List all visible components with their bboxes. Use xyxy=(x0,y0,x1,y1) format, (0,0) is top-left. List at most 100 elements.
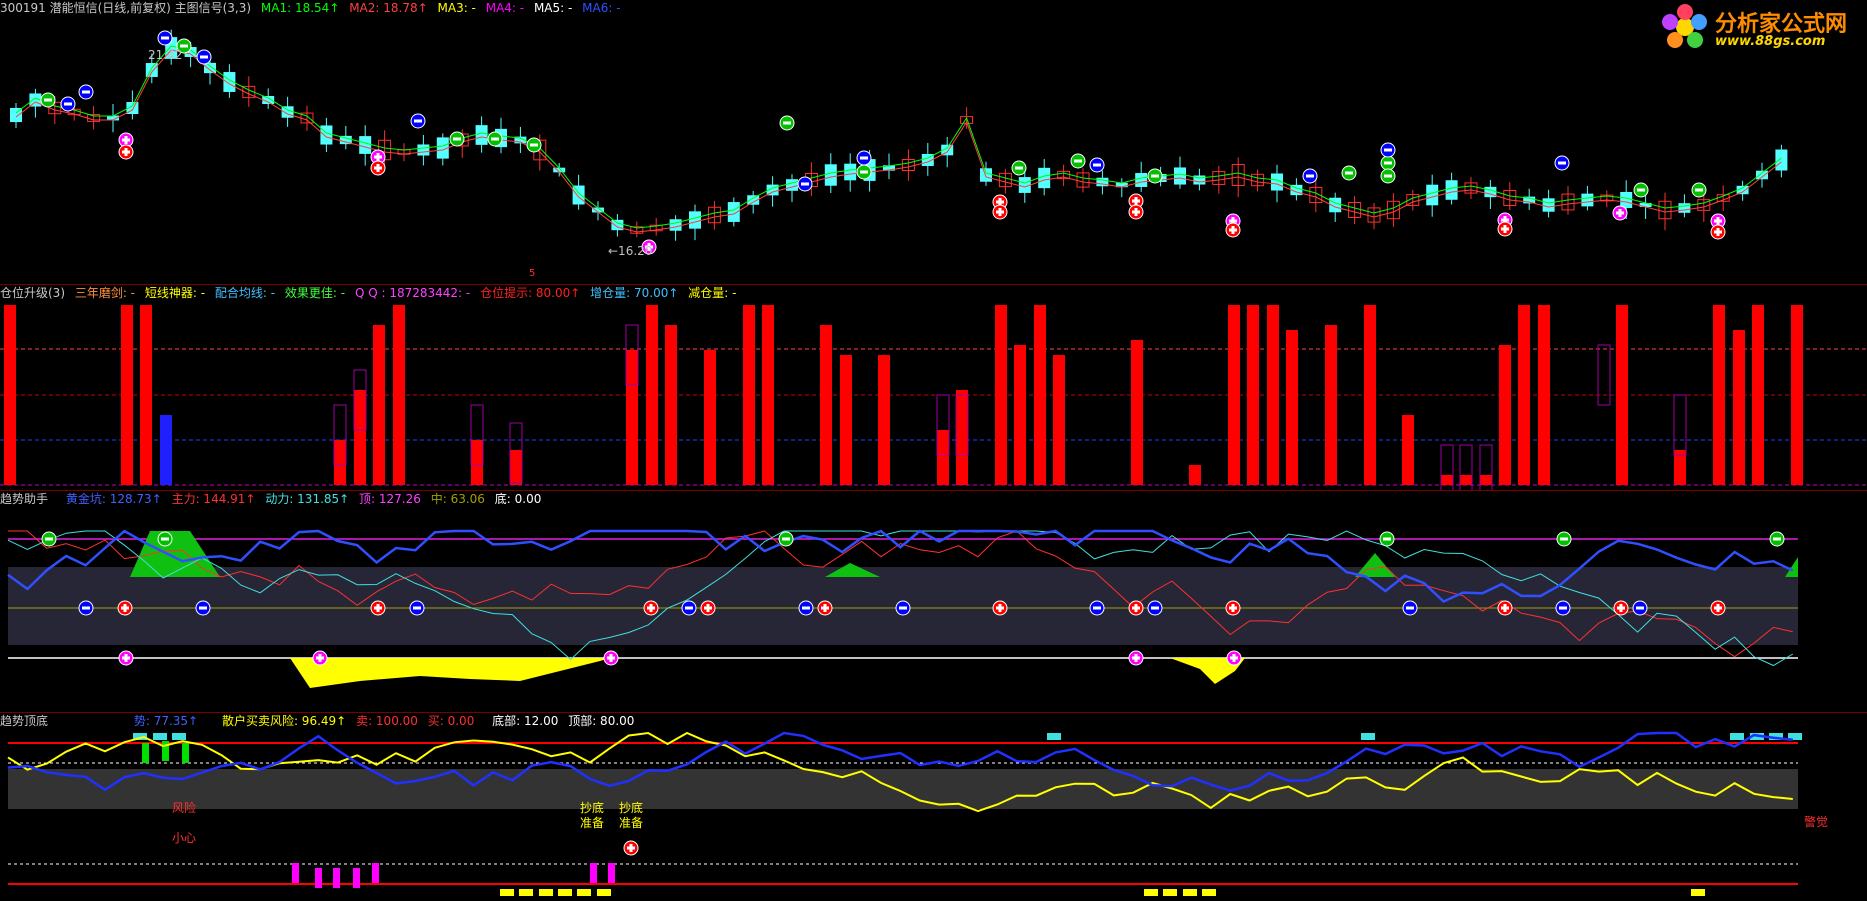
position-bar xyxy=(1014,345,1026,485)
badge-stroke xyxy=(1015,166,1023,170)
badge-stroke xyxy=(783,121,791,125)
badge-stroke xyxy=(801,182,809,186)
position-bar xyxy=(140,305,152,485)
candle-down xyxy=(1445,180,1458,200)
badge-stroke xyxy=(1559,606,1567,610)
candle-down xyxy=(359,136,372,154)
candle-down xyxy=(727,202,740,222)
badge-stroke xyxy=(1151,174,1159,178)
bottom-yellow-marker xyxy=(1202,889,1216,896)
ma4-label: MA4: - xyxy=(485,1,525,15)
trend-top-bottom-panel[interactable]: 趋势顶底 势: 77.35↑ 散户买卖风险: 96.49↑ 卖: 100.00 … xyxy=(0,713,1867,901)
candle-down xyxy=(1678,203,1691,213)
badge-stroke xyxy=(1695,188,1703,192)
badge-stroke xyxy=(1503,604,1507,612)
badge-stroke xyxy=(1560,537,1568,541)
magenta-bar xyxy=(292,863,299,883)
p2-item-5: 仓位提示: 80.00↑ xyxy=(480,286,581,300)
p3-item-0: 黄金坑: 128.73↑ xyxy=(65,492,162,506)
magenta-bar xyxy=(608,863,615,883)
position-bar xyxy=(1752,305,1764,485)
chart-title: 300191 潜能恒信(日线,前复权) 主图信号(3,3) xyxy=(0,1,252,15)
bottom-yellow-marker xyxy=(597,889,611,896)
badge-stroke xyxy=(1384,161,1392,165)
ma2-label: MA2: 18.78↑ xyxy=(349,1,428,15)
badge-stroke xyxy=(1636,606,1644,610)
position-bar xyxy=(1733,330,1745,485)
bottom-yellow-marker xyxy=(1144,889,1158,896)
main-chart-panel[interactable]: 300191 潜能恒信(日线,前复权) 主图信号(3,3) MA1: 18.54… xyxy=(0,0,1867,284)
position-bar xyxy=(820,325,832,485)
ready-text-1: 准备 xyxy=(580,816,605,830)
position-bar xyxy=(1538,305,1550,485)
badge-stroke xyxy=(998,604,1002,612)
position-bar xyxy=(1325,325,1337,485)
badge-stroke xyxy=(124,148,128,156)
p2-item-2: 配合均线: - xyxy=(214,286,276,300)
badge-stroke xyxy=(1306,174,1314,178)
ma2-line xyxy=(15,49,1782,233)
p2-item-3: 效果更佳: - xyxy=(284,286,346,300)
position-bar xyxy=(1131,340,1143,485)
trend-top-bottom-title: 趋势顶底 xyxy=(0,714,49,728)
badge-stroke xyxy=(1151,606,1159,610)
badge-stroke xyxy=(376,604,380,612)
position-bar xyxy=(704,350,716,485)
position-bar xyxy=(665,325,677,485)
position-bar xyxy=(334,440,346,485)
position-bar-chart[interactable] xyxy=(0,285,1867,490)
badge-stroke xyxy=(1134,654,1138,662)
position-bar xyxy=(646,305,658,485)
position-bar xyxy=(510,450,522,485)
p4-item-3: 买: 0.00 xyxy=(427,714,475,728)
p4-item-0: 势: 77.35↑ xyxy=(133,714,199,728)
badge-stroke xyxy=(161,537,169,541)
ma6-label: MA6: - xyxy=(582,1,621,15)
trend-helper-panel[interactable]: 趋势助手 黄金坑: 128.73↑ 主力: 144.91↑ 动力: 131.85… xyxy=(0,491,1867,712)
position-bar xyxy=(626,350,638,485)
badge-stroke xyxy=(1503,225,1507,233)
badge-stroke xyxy=(1716,604,1720,612)
candle-down xyxy=(611,219,624,231)
badge-stroke xyxy=(1231,604,1235,612)
badge-stroke xyxy=(1716,228,1720,236)
badge-stroke xyxy=(376,164,380,172)
candle-down xyxy=(1775,149,1788,171)
badge-stroke xyxy=(1406,606,1414,610)
position-bar xyxy=(1616,305,1628,485)
position-bar xyxy=(471,440,483,485)
badge-stroke xyxy=(629,844,633,852)
position-bar xyxy=(1713,305,1725,485)
candle-down xyxy=(1756,170,1768,180)
bottom-yellow-marker xyxy=(1183,889,1197,896)
candle-down xyxy=(1426,184,1439,206)
badge-stroke xyxy=(453,137,461,141)
trend-helper-chart[interactable] xyxy=(0,491,1867,712)
badge-stroke xyxy=(1637,188,1645,192)
badge-stroke xyxy=(530,143,538,147)
badge-stroke xyxy=(802,606,810,610)
candle-down xyxy=(1542,198,1555,212)
badge-stroke xyxy=(124,654,128,662)
position-title: 仓位升级(3) xyxy=(0,286,65,300)
trend-top-bottom-chart[interactable] xyxy=(0,713,1867,901)
badge-stroke xyxy=(782,537,790,541)
candle-down xyxy=(281,106,294,118)
position-bar xyxy=(1247,305,1259,485)
position-bar xyxy=(1499,345,1511,485)
p4-item-4: 底部: 12.00 xyxy=(492,714,559,728)
badge-stroke xyxy=(82,90,90,94)
position-bar xyxy=(878,355,890,485)
position-panel[interactable]: 仓位升级(3) 三年磨剑: - 短线神器: - 配合均线: - 效果更佳: - … xyxy=(0,285,1867,490)
badge-stroke xyxy=(1093,606,1101,610)
badge-stroke xyxy=(199,606,207,610)
badge-stroke xyxy=(64,102,72,106)
badge-stroke xyxy=(1384,148,1392,152)
candlestick-chart[interactable] xyxy=(0,0,1867,284)
marker-5: 5 xyxy=(529,268,536,279)
badge-stroke xyxy=(1093,163,1101,167)
candle-down xyxy=(204,62,216,74)
bottom-yellow-marker xyxy=(577,889,591,896)
green-bar xyxy=(182,743,189,763)
alert-text: 警觉 xyxy=(1804,815,1829,829)
